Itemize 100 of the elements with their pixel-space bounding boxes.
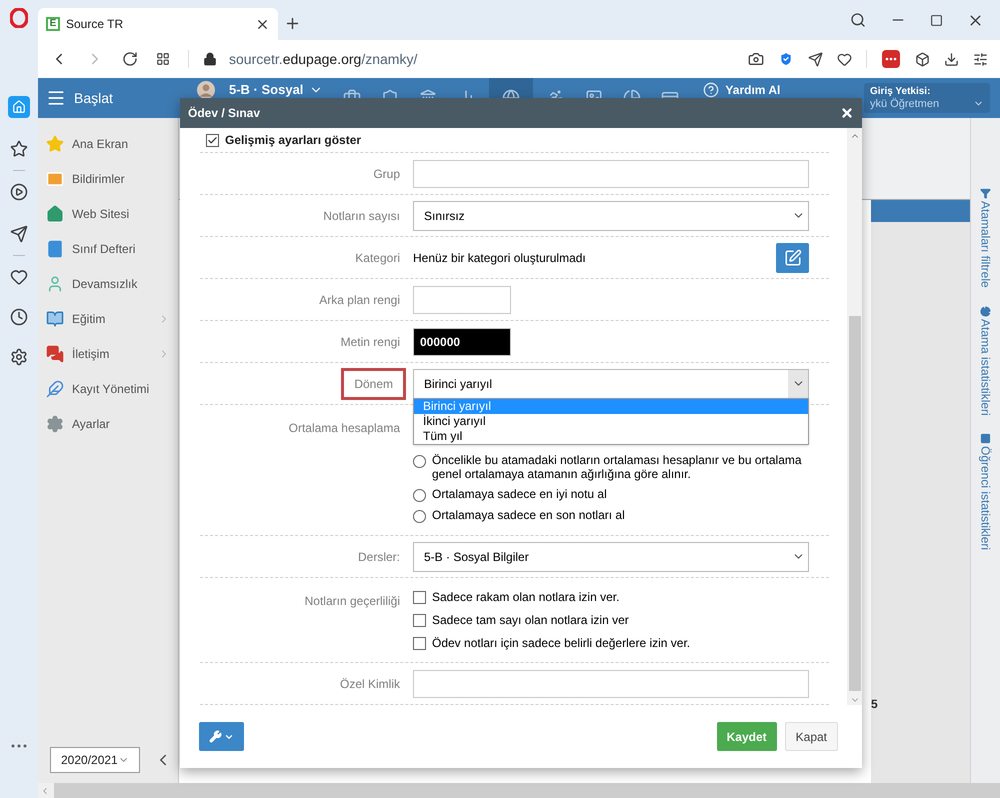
help-icon[interactable] bbox=[703, 82, 720, 98]
edit-icon bbox=[784, 248, 802, 266]
side-tab[interactable]: Öğrenci istatistikleri bbox=[976, 433, 994, 550]
info-text: Henüz bir kategori oluşturulmadı bbox=[413, 250, 586, 266]
pie-chart-icon bbox=[980, 306, 991, 317]
select-field[interactable]: 5-B · Sosyal Bilgiler bbox=[413, 542, 809, 572]
dialog-title: Ödev / Sınav bbox=[188, 105, 260, 122]
reload-icon[interactable] bbox=[122, 51, 138, 67]
login-selector[interactable]: Giriş Yetkisi: ykü Öğretmen bbox=[864, 83, 990, 113]
maximize-icon[interactable] bbox=[930, 14, 943, 26]
play-icon[interactable] bbox=[10, 183, 28, 201]
camera-icon[interactable] bbox=[748, 51, 764, 67]
heart-icon[interactable] bbox=[10, 268, 28, 286]
more-icon[interactable] bbox=[11, 744, 27, 748]
send-icon[interactable] bbox=[10, 225, 28, 243]
field-label: Ortalama hesaplama bbox=[288, 420, 400, 437]
dropdown-list[interactable]: Birinci yarıyıl İkinci yarıyıl Tüm yıl bbox=[413, 398, 809, 444]
checkbox-label: Gelişmiş ayarları göster bbox=[225, 132, 362, 149]
field-label: Dersler: bbox=[358, 548, 400, 566]
class-title[interactable]: 5-B · Sosyal bbox=[229, 82, 304, 97]
select-field[interactable]: Sınırsız bbox=[413, 200, 809, 230]
dropdown-option[interactable]: İkinci yarıyıl bbox=[414, 414, 808, 428]
settings-icon[interactable] bbox=[10, 348, 28, 366]
select-field[interactable]: Birinci yarıyıl bbox=[413, 368, 809, 398]
year-select[interactable]: 2020/2021 bbox=[50, 747, 140, 773]
text-field[interactable] bbox=[413, 670, 809, 698]
sidebar-item[interactable]: Ana Ekran bbox=[38, 126, 178, 161]
field-label: Kategori bbox=[355, 250, 400, 266]
book-icon bbox=[46, 310, 64, 328]
color-field[interactable] bbox=[413, 286, 511, 314]
chat-icon bbox=[46, 344, 64, 362]
table-cell-text: 5 bbox=[871, 696, 878, 713]
star-icon bbox=[46, 134, 64, 152]
edit-button[interactable] bbox=[776, 242, 809, 272]
start-menu-button[interactable]: Başlat bbox=[38, 78, 178, 118]
field-label: Özel Kimlik bbox=[340, 676, 400, 692]
radio-button[interactable] bbox=[413, 455, 426, 468]
opera-logo-icon[interactable] bbox=[10, 8, 28, 28]
checkbox-label: Sadece rakam olan notlara izin ver. bbox=[432, 589, 620, 606]
filter-icon bbox=[980, 188, 991, 199]
star-icon[interactable] bbox=[10, 140, 28, 158]
sidebar-item[interactable]: Eğitim bbox=[38, 301, 178, 336]
scrollbar-thumb[interactable] bbox=[848, 316, 860, 691]
checkbox-label: Sadece tam sayı olan notlara izin ver bbox=[432, 612, 629, 629]
sidebar-item[interactable]: Ayarlar bbox=[38, 406, 178, 441]
dropdown-option[interactable]: Birinci yarıyıl bbox=[414, 398, 808, 414]
tools-button[interactable] bbox=[199, 722, 244, 751]
help-link[interactable]: Yardım Al bbox=[725, 83, 780, 97]
sidebar-item[interactable]: Sınıf Defteri bbox=[38, 231, 178, 266]
browser-tab[interactable]: E Source TR bbox=[38, 8, 278, 40]
checkbox[interactable] bbox=[413, 636, 426, 650]
new-tab-icon[interactable] bbox=[284, 15, 301, 32]
pen-icon bbox=[46, 380, 64, 398]
close-icon[interactable] bbox=[840, 106, 854, 120]
easy-setup-icon[interactable] bbox=[973, 52, 988, 66]
radio-label: Ortalamaya sadece en son notları al bbox=[432, 508, 625, 522]
side-tab[interactable]: Atamaları filtrele bbox=[976, 188, 994, 288]
color-field[interactable]: 000000 bbox=[413, 328, 511, 356]
field-label: Metin rengi bbox=[340, 334, 400, 350]
cube-icon[interactable] bbox=[915, 52, 930, 66]
person-icon bbox=[46, 274, 64, 292]
sidebar-item[interactable]: Bildirimler bbox=[38, 161, 178, 196]
notebook-icon bbox=[46, 240, 64, 258]
sidebar-item[interactable]: Web Sitesi bbox=[38, 196, 178, 231]
tabs-grid-icon[interactable] bbox=[156, 52, 170, 66]
favicon-icon: E bbox=[46, 17, 60, 31]
gear-icon bbox=[46, 414, 64, 432]
checkbox-label: Ödev notları için sadece belirli değerlere izin ver. bbox=[432, 635, 690, 652]
tab-title: Source TR bbox=[66, 16, 124, 33]
extension-icon[interactable] bbox=[881, 49, 901, 69]
field-label: Notların sayısı bbox=[323, 208, 400, 224]
send-icon[interactable] bbox=[808, 52, 823, 66]
house-icon bbox=[46, 204, 64, 222]
checkbox[interactable] bbox=[413, 614, 426, 626]
checkbox[interactable] bbox=[206, 134, 219, 146]
sidebar-item[interactable]: Kayıt Yönetimi bbox=[38, 371, 178, 406]
heart-icon[interactable] bbox=[837, 52, 852, 66]
home-icon[interactable] bbox=[8, 96, 30, 118]
radio-button[interactable] bbox=[413, 489, 426, 502]
field-label: Grup bbox=[373, 166, 400, 182]
radio-button[interactable] bbox=[413, 510, 426, 523]
wrench-icon bbox=[209, 730, 222, 743]
checkbox[interactable] bbox=[413, 590, 426, 604]
avatar-icon bbox=[197, 81, 215, 99]
radio-label: Öncelikle bu atamadaki notların ortalaması hesaplanır ve bu ortalama genel ortalamaya atamanın ağırlığına göre alınır. bbox=[432, 453, 803, 481]
field-label: Notların geçerliliği bbox=[304, 593, 400, 610]
lock-icon bbox=[203, 52, 217, 66]
sidebar-item[interactable]: İletişim bbox=[38, 336, 178, 371]
side-tab[interactable]: Atama istatistikleri bbox=[976, 306, 994, 416]
field-label: Arka plan rengi bbox=[319, 292, 400, 308]
close-button[interactable]: Kapat bbox=[784, 722, 838, 751]
shield-icon[interactable] bbox=[778, 51, 794, 67]
field-label: Dönem bbox=[341, 368, 406, 400]
search-icon[interactable] bbox=[850, 12, 866, 28]
text-field[interactable] bbox=[413, 160, 809, 188]
radio-label: Ortalamaya sadece en iyi notu al bbox=[432, 487, 607, 501]
sidebar-item[interactable]: Devamsızlık bbox=[38, 266, 178, 301]
clock-icon[interactable] bbox=[10, 308, 28, 326]
dropdown-option[interactable]: Tüm yıl bbox=[414, 428, 808, 444]
download-icon[interactable] bbox=[944, 52, 959, 66]
